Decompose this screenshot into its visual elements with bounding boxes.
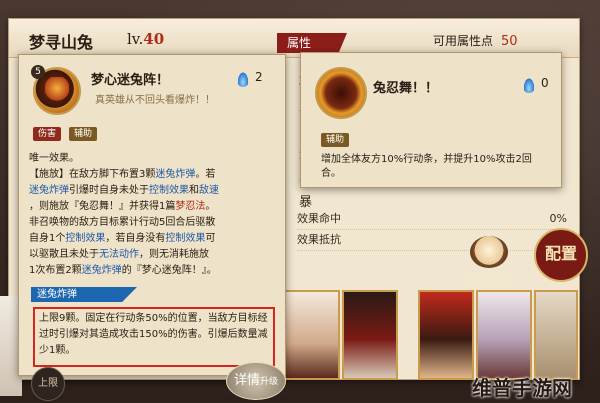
skill-text: 自身1个	[29, 233, 66, 244]
skill-keyword: 控制效果	[149, 185, 189, 196]
onibi-cost: 2	[255, 70, 263, 84]
shikigami-card[interactable]	[284, 290, 340, 380]
tab-attributes[interactable]: 属性	[277, 33, 347, 53]
detail-label: 详情	[233, 373, 260, 388]
skill-line: 以驱散且未处于无法动作，则无消耗施放	[29, 247, 275, 263]
skill-text: 引爆时自身未处于	[69, 185, 149, 196]
skill-keyword: 梦忍法	[175, 201, 206, 212]
skill-text: ，则无消耗施放	[139, 249, 209, 260]
skill-text: 【施放】在敌方脚下布置3颗	[29, 169, 156, 180]
shikigami-card[interactable]	[418, 290, 474, 380]
shikigami-card[interactable]	[342, 290, 398, 380]
skill-text: 的『梦心迷兔阵！』。	[121, 265, 217, 276]
secondary-skill-card: 兔忍舞！！ 0 辅助 增加全体友方10%行动条，并提升10%攻击2回合。	[300, 52, 562, 188]
points-value: 50	[501, 34, 518, 49]
onibi-cost: 0	[541, 76, 549, 90]
skill-line: 非召唤物的敌方目标累计行动5回合后驱散	[29, 215, 275, 231]
hero-name: 梦寻山兔	[29, 33, 94, 52]
watermark-logo: 维普手游网	[472, 376, 572, 400]
detail-upgrade-button[interactable]: 详情升级	[226, 362, 286, 400]
attribute-list: 效果命中 0% 效果抵抗 0%	[297, 209, 567, 251]
level-prefix: lv.	[127, 30, 144, 48]
level-value: 40	[143, 30, 165, 48]
skill-line: 迷兔炸弹引爆时自身未处于控制效果和敌速	[29, 183, 275, 199]
available-points: 可用属性点 50	[433, 32, 518, 49]
skill-keyword: 迷兔炸弹	[81, 265, 122, 276]
skill-line: 自身1个控制效果，若自身没有控制效果可	[29, 231, 275, 247]
unique-effect-line: 唯一效果。	[29, 153, 79, 164]
skill-effect-lines: 【施放】在敌方脚下布置3颗迷兔炸弹。若 迷兔炸弹引爆时自身未处于控制效果和敌速 ，则…	[29, 167, 275, 279]
skill-text: 可	[205, 233, 216, 244]
skill-keyword: 迷兔炸弹	[155, 169, 196, 180]
skill-text: 非召唤物的敌方目标累计行动5回合后驱散	[29, 217, 216, 228]
attr-label: 效果抵抗	[297, 233, 341, 246]
tag-support: 辅助	[321, 133, 350, 147]
shikigami-card[interactable]	[476, 290, 532, 380]
skill-quote: 真英雄从不回头看爆炸！！	[95, 95, 215, 106]
skill-text: ，则施放『兔忍舞！』并获得1篇	[29, 201, 176, 212]
skill-keyword: 控制效果	[65, 233, 106, 244]
tag-support: 辅助	[69, 127, 98, 141]
secondary-skill-name: 兔忍舞！！	[373, 81, 439, 96]
shikigami-card[interactable]	[534, 290, 578, 380]
upgrade-label: 升级	[260, 377, 279, 387]
skill-keyword: 无法动作	[99, 249, 139, 260]
skill-keyword: 迷兔炸弹	[29, 185, 69, 196]
points-label: 可用属性点	[433, 34, 494, 48]
skill-line: 【施放】在敌方脚下布置3颗迷兔炸弹。若	[29, 167, 275, 183]
skill-keyword: 控制效果	[165, 233, 206, 244]
skill-description: 唯一效果。 【施放】在敌方脚下布置3颗迷兔炸弹。若 迷兔炸弹引爆时自身未处于控制效…	[29, 151, 275, 279]
tag-damage: 伤害	[33, 127, 62, 141]
secondary-skill-description: 增加全体友方10%行动条，并提升10%攻击2回合。	[321, 154, 532, 179]
skill-text: 。若	[195, 169, 216, 180]
sub-effect-title: 迷兔炸弹	[31, 287, 137, 302]
attr-value: 0%	[549, 212, 567, 225]
skill-line: 1次布置2颗迷兔炸弹的『梦心迷兔阵！』。	[29, 263, 275, 279]
fox-mask-icon[interactable]	[470, 236, 508, 268]
expert-config-label[interactable]: 名家配置	[466, 270, 510, 286]
skill-text: 和	[189, 185, 199, 196]
onibi-icon	[523, 77, 535, 93]
skill-text: 1次布置2颗	[29, 265, 82, 276]
skill-text: 。	[205, 201, 216, 212]
skill-text: ，若自身没有	[105, 233, 166, 244]
attr-row-effect-hit: 效果命中 0%	[297, 209, 567, 230]
skill-text: 以驱散且未处于	[29, 249, 99, 260]
skill-keyword: 敌速	[199, 185, 219, 196]
ninja-dance-skill-icon	[315, 67, 367, 119]
hero-level: lv.40	[127, 30, 164, 48]
onibi-icon	[237, 71, 249, 87]
skill-detail-card: 5 梦心迷兔阵！ 真英雄从不回头看爆炸！！ 2 伤害 辅助 唯一效果。 【施放】…	[18, 54, 286, 401]
config-button[interactable]: 配置	[534, 228, 588, 282]
attr-row-effect-resist: 效果抵抗 0%	[297, 230, 567, 251]
sub-effect-box: 上限9颗。固定在行动条50%的位置，当敌方目标经过时引爆对其造成攻击150%的伤…	[33, 307, 275, 367]
limit-badge: 上限	[31, 367, 65, 401]
skill-line: ，则施放『兔忍舞！』并获得1篇梦忍法。	[29, 199, 275, 215]
skill-level-badge: 5	[31, 65, 45, 79]
attr-label: 效果命中	[297, 212, 341, 225]
skill-icon-emblem	[45, 77, 69, 105]
skill-name: 梦心迷兔阵！	[91, 73, 170, 88]
